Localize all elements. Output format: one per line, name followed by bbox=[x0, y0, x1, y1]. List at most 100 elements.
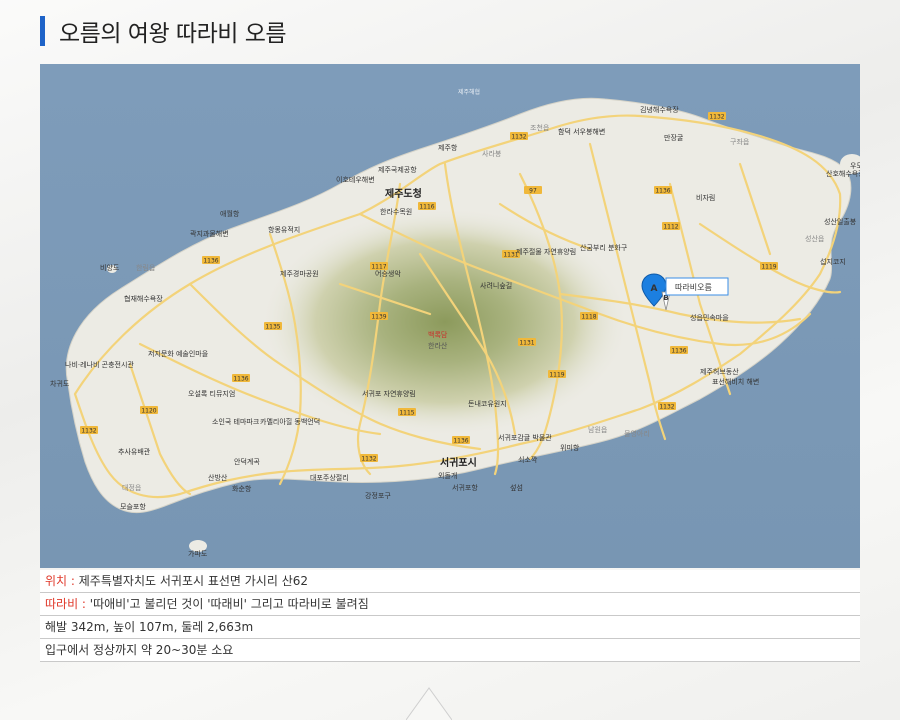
road-badge: 1136 bbox=[203, 258, 218, 265]
label-nabi: 나비·레나비 곤충전시관 bbox=[65, 360, 134, 369]
label-hallim: 한림읍 bbox=[136, 264, 156, 272]
info-table: 위치 : 제주특별자치도 서귀포시 표선면 가시리 산62 따라비 : '따애비… bbox=[40, 570, 860, 662]
hallasan-shading bbox=[260, 207, 630, 437]
label-seogwipo-port: 서귀포항 bbox=[452, 483, 478, 492]
road-badge: 1115 bbox=[399, 410, 414, 417]
road-badge: 1132 bbox=[709, 114, 724, 121]
label-jeoji: 저지문화 예술인마을 bbox=[148, 349, 209, 358]
label-seongsan: 성산일출봉 bbox=[824, 217, 857, 226]
road-badge: 1136 bbox=[453, 438, 468, 445]
page-title: 오름의 여왕 따라비 오름 bbox=[59, 21, 287, 47]
label-hangpaduri: 항몽유적지 bbox=[268, 225, 300, 234]
road-badge: 1119 bbox=[761, 264, 776, 271]
label-eorimok: 어승생악 bbox=[375, 269, 401, 278]
label-moseulpo: 모슬포항 bbox=[120, 502, 146, 511]
label-gapado: 가파도 bbox=[188, 549, 208, 558]
label-pyoseon: 표선해비치 해변 bbox=[712, 377, 759, 386]
road-badge: 1132 bbox=[511, 134, 526, 141]
label-jocheon: 조천읍 bbox=[530, 123, 550, 132]
label-wimi: 위미항 bbox=[560, 443, 580, 452]
road-badge: 1136 bbox=[655, 188, 670, 195]
road-badge: 1132 bbox=[659, 404, 674, 411]
label-baengnokdam: 백록담 bbox=[428, 330, 448, 339]
road-badge: 1112 bbox=[663, 224, 678, 231]
label-oedolgae: 외돌개 bbox=[438, 471, 457, 480]
label-anderson: 안덕계곡 bbox=[234, 457, 260, 466]
label-jejuheobs: 제주허브동산 bbox=[700, 367, 739, 376]
info-row-location: 위치 : 제주특별자치도 서귀포시 표선면 가시리 산62 bbox=[40, 570, 860, 593]
label-seongeup: 성읍민속마을 bbox=[690, 313, 729, 322]
label-daejeong: 대정읍 bbox=[122, 483, 142, 492]
label-sanho: 산호해수욕장 bbox=[826, 169, 860, 178]
road-badge: 1131 bbox=[519, 340, 534, 347]
label-jeju-forest: 제주절물 자연휴양림 bbox=[516, 247, 576, 256]
down-arrow-icon[interactable] bbox=[406, 686, 452, 720]
label-seogwipo-city: 서귀포시 bbox=[440, 456, 477, 469]
jeju-map[interactable]: 1132 1132 1136 1136 1136 1136 1132 1116 … bbox=[40, 64, 860, 568]
label-chagwido: 차귀도 bbox=[50, 379, 70, 388]
location-value: 제주특별자치도 서귀포시 표선면 가시리 산62 bbox=[78, 574, 309, 588]
info-row-stats: 해발 342m, 높이 107m, 둘레 2,663m bbox=[40, 616, 860, 639]
map-panel[interactable]: 1132 1132 1136 1136 1136 1136 1132 1116 … bbox=[40, 64, 860, 568]
label-hwasun: 화순항 bbox=[232, 484, 252, 493]
label-jeju-port: 제주항 bbox=[438, 143, 458, 152]
location-label: 위치 : bbox=[45, 574, 79, 588]
road-badge: 1135 bbox=[265, 324, 280, 331]
label-jungmun: 대포주상절리 bbox=[310, 473, 349, 482]
label-sangumburi: 산굼부리 분화구 bbox=[580, 243, 628, 252]
header-accent-bar bbox=[40, 16, 45, 46]
label-seongsan-eup: 성산읍 bbox=[805, 234, 825, 243]
road-badge: 1118 bbox=[581, 314, 596, 321]
road-badge: 97 bbox=[529, 188, 537, 195]
label-seogwipo-forest: 서귀포 자연휴양림 bbox=[362, 389, 416, 398]
road-badge: 1120 bbox=[141, 408, 156, 415]
label-namwon: 남원읍 bbox=[588, 425, 608, 434]
road-badge: 1136 bbox=[671, 348, 686, 355]
label-jeju-city: 제주도청 bbox=[385, 187, 422, 200]
label-gyeongma: 제주경마공원 bbox=[280, 269, 319, 278]
stats-value: 해발 342m, 높이 107m, 둘레 2,663m bbox=[45, 620, 254, 634]
info-row-duration: 입구에서 정상까지 약 20~30분 소요 bbox=[40, 639, 860, 662]
callout-label: 따라비오름 bbox=[675, 283, 712, 292]
label-biyangdo: 비양도 bbox=[100, 263, 120, 272]
road-badge: 1116 bbox=[419, 204, 434, 211]
label-gujwa: 구좌읍 bbox=[730, 137, 750, 146]
label-gimnyeong: 김녕해수욕장 bbox=[640, 105, 679, 114]
label-seopjikoji: 섭지코지 bbox=[820, 257, 846, 266]
label-hallasan: 한라산 bbox=[428, 341, 448, 350]
name-label: 따라비 : bbox=[45, 597, 90, 611]
label-gwakji: 곽지과물해변 bbox=[190, 229, 229, 238]
section-header: 오름의 여왕 따라비 오름 bbox=[40, 14, 287, 48]
road-badge: 1132 bbox=[361, 456, 376, 463]
name-value: '따애비'고 불리던 것이 '따래비' 그리고 따라비로 불려짐 bbox=[89, 597, 369, 611]
road-badge: 1136 bbox=[233, 376, 248, 383]
label-mulyeongari: 물영아리 bbox=[624, 429, 650, 438]
label-saryeoni: 사려니숲길 bbox=[480, 281, 512, 290]
duration-value: 입구에서 정상까지 약 20~30분 소요 bbox=[45, 643, 234, 657]
label-jeju-airport: 제주국제공항 bbox=[378, 165, 417, 174]
label-gangjeong: 강정포구 bbox=[365, 491, 391, 500]
label-olle-market: 서귀포감귤 박물관 bbox=[498, 433, 552, 442]
label-hyeopjae: 협재해수욕장 bbox=[124, 294, 163, 303]
label-jeju-strait: 제주해협 bbox=[458, 88, 480, 96]
label-seonseom: 섶섬 bbox=[510, 483, 523, 492]
marker-a-label: A bbox=[651, 284, 658, 294]
label-dondaeko: 돈내코유원지 bbox=[468, 399, 507, 408]
road-badge: 1119 bbox=[549, 372, 564, 379]
label-sanbangsan: 산방산 bbox=[208, 473, 228, 482]
road-badge: 1139 bbox=[371, 314, 386, 321]
label-hamdeok: 함덕 서우봉해변 bbox=[558, 127, 605, 136]
label-chusa: 추사유배관 bbox=[118, 447, 151, 456]
label-udo: 우도 bbox=[850, 162, 860, 170]
label-bijarim: 비자림 bbox=[696, 193, 715, 202]
road-badge: 1132 bbox=[81, 428, 96, 435]
info-row-name: 따라비 : '따애비'고 불리던 것이 '따래비' 그리고 따라비로 불려짐 bbox=[40, 593, 860, 616]
label-sarabong: 사라봉 bbox=[482, 149, 502, 158]
label-aewol: 애월항 bbox=[220, 209, 240, 218]
label-camellia: 카멜리아힐 동백언덕 bbox=[260, 417, 320, 426]
label-soingook: 소인국 테마파크 bbox=[212, 417, 260, 426]
label-ihotewoo: 이호테우해변 bbox=[336, 175, 375, 184]
label-osulloc: 오설록 티뮤지엄 bbox=[188, 389, 235, 398]
label-manjanggul: 만장굴 bbox=[664, 133, 684, 142]
label-arboretum: 한라수목원 bbox=[380, 207, 412, 216]
